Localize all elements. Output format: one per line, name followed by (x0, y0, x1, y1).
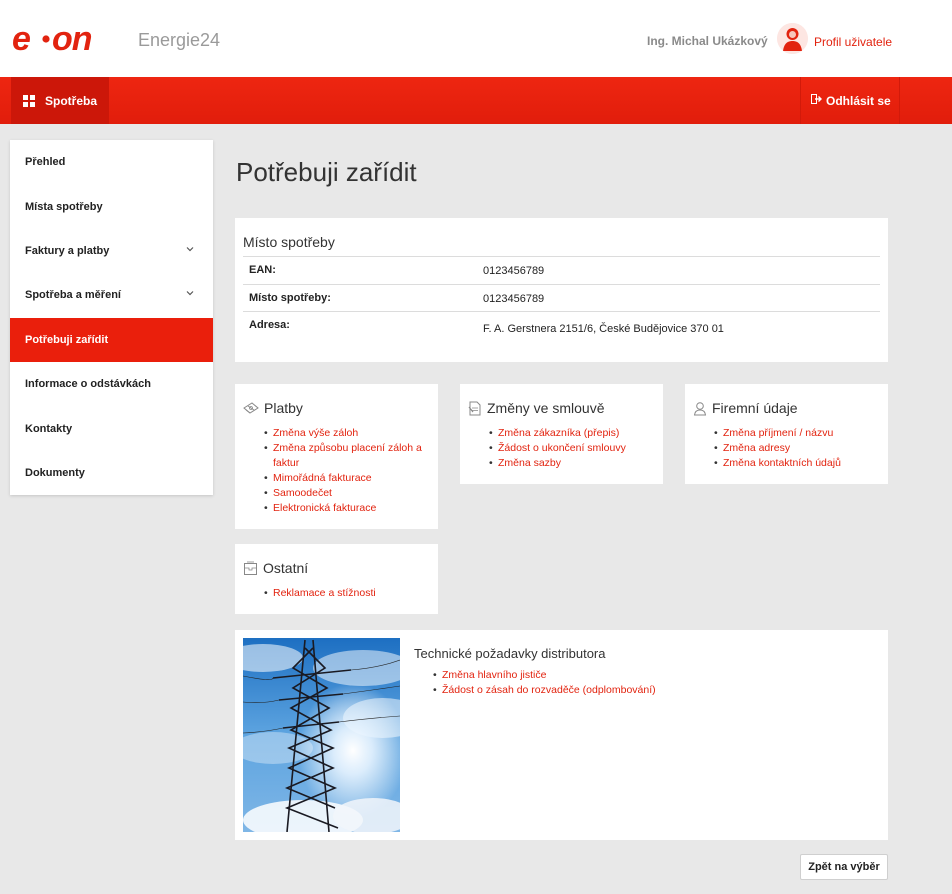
sidebar-item-faktury-a-platby[interactable]: Faktury a platby (10, 229, 213, 273)
sidebar-item-label: Dokumenty (25, 466, 85, 479)
chevron-down-icon (186, 291, 194, 296)
link-zmena-vyse-zaloh[interactable]: Změna výše záloh (264, 426, 434, 441)
sidebar-item-prehled[interactable]: Přehled (10, 140, 213, 184)
place-row-key: Místo spotřeby: (249, 292, 331, 304)
card-zmeny-ve-smlouve: Změny ve smlouvě Změna zákazníka (přepis… (460, 384, 663, 484)
svg-text:e: e (12, 22, 30, 58)
link-samoodecet[interactable]: Samoodečet (264, 486, 434, 501)
power-pylon-image (243, 638, 400, 832)
card-title: Ostatní (243, 560, 308, 576)
card-link-list: Změna zákazníka (přepis) Žádost o ukonče… (489, 426, 659, 471)
link-zmena-hlavniho-jistice[interactable]: Změna hlavního jističe (433, 668, 733, 683)
tech-link-list: Změna hlavního jističe Žádost o zásah do… (433, 668, 733, 698)
user-name: Ing. Michal Ukázkový (647, 34, 768, 48)
card-link-list: Změna výše záloh Změna způsobu placení z… (264, 426, 434, 516)
sidebar-item-label: Spotřeba a měření (25, 289, 121, 302)
link-zmena-kontaktnich-udaju[interactable]: Změna kontaktních údajů (714, 456, 884, 471)
card-title-label: Změny ve smlouvě (487, 400, 605, 416)
card-title: Změny ve smlouvě (468, 400, 604, 416)
link-zmena-adresy[interactable]: Změna adresy (714, 441, 884, 456)
sidebar-item-potrebuji-zaridit[interactable]: Potřebuji zařídit (10, 317, 213, 362)
place-row-ean: EAN: 0123456789 (243, 256, 880, 284)
app-name: Energie24 (138, 30, 221, 50)
link-zadost-o-zasah-do-rozvadece[interactable]: Žádost o zásah do rozvaděče (odplombován… (433, 683, 733, 698)
logout-icon (811, 94, 822, 107)
nav-spotreba-button[interactable]: Spotřeba (11, 77, 109, 124)
link-reklamace-a-stiznosti[interactable]: Reklamace a stížnosti (264, 586, 434, 601)
link-zmena-sazby[interactable]: Změna sazby (489, 456, 659, 471)
place-row-value: 0123456789 (483, 265, 545, 277)
place-row-key: Adresa: (249, 319, 290, 331)
page-title: Potřebuji zařídit (236, 157, 417, 187)
logout-label: Odhlásit se (826, 93, 891, 108)
nav-spotreba-label: Spotřeba (45, 93, 98, 108)
sidebar-item-kontakty[interactable]: Kontakty (10, 406, 213, 450)
card-title-label: Ostatní (263, 560, 309, 576)
sidebar-item-informace-o-odstavkach[interactable]: Informace o odstávkách (10, 362, 213, 406)
sidebar-item-label: Kontakty (25, 422, 73, 435)
svg-text:on: on (52, 22, 92, 58)
card-firemni-udaje: Firemní údaje Změna příjmení / názvu Změ… (685, 384, 888, 484)
link-zmena-zakaznika[interactable]: Změna zákazníka (přepis) (489, 426, 659, 441)
logout-button[interactable]: Odhlásit se (800, 77, 900, 124)
sidebar-item-label: Místa spotřeby (25, 200, 103, 213)
sidebar-item-label: Přehled (25, 156, 66, 169)
place-row-value: F. A. Gerstnera 2151/6, České Budějovice… (483, 323, 724, 335)
card-title-label: Platby (264, 400, 303, 416)
eon-logo[interactable]: e on (12, 22, 122, 58)
link-elektronicka-fakturace[interactable]: Elektronická fakturace (264, 501, 434, 516)
contract-icon (468, 401, 481, 415)
money-icon (243, 402, 259, 414)
card-title-label: Firemní údaje (712, 400, 798, 416)
box-icon (244, 561, 257, 575)
sidebar-item-dokumenty[interactable]: Dokumenty (10, 451, 213, 495)
card-platby: Platby Změna výše záloh Změna způsobu pl… (235, 384, 438, 529)
card-title: Firemní údaje (693, 400, 798, 416)
sidebar: Přehled Místa spotřeby Faktury a platby … (10, 140, 213, 495)
link-zadost-o-ukonceni[interactable]: Žádost o ukončení smlouvy (489, 441, 659, 456)
place-panel-title: Místo spotřeby (243, 234, 335, 250)
link-zmena-zpusobu-placeni[interactable]: Změna způsobu placení záloh a faktur (264, 441, 434, 471)
place-panel: Místo spotřeby EAN: 0123456789 Místo spo… (235, 218, 888, 362)
card-link-list: Reklamace a stížnosti (264, 586, 434, 601)
sidebar-item-label: Informace o odstávkách (25, 378, 151, 391)
card-link-list: Změna příjmení / názvu Změna adresy Změn… (714, 426, 884, 471)
place-row-misto: Místo spotřeby: 0123456789 (243, 284, 880, 311)
sidebar-item-mista-spotreby[interactable]: Místa spotřeby (10, 184, 213, 228)
link-mimoradna-fakturace[interactable]: Mimořádná fakturace (264, 471, 434, 486)
grid-icon (23, 94, 35, 107)
place-row-adresa: Adresa: F. A. Gerstnera 2151/6, České Bu… (243, 311, 880, 351)
main-navbar: Spotřeba Odhlásit se (0, 77, 952, 124)
tech-panel: Technické požadavky distributora Změna h… (235, 630, 888, 840)
profile-link[interactable]: Profil uživatele (814, 35, 892, 49)
place-row-value: 0123456789 (483, 293, 545, 305)
back-to-selection-button[interactable]: Zpět na výběr (800, 854, 888, 880)
place-row-key: EAN: (249, 264, 276, 276)
card-title: Platby (243, 400, 303, 416)
person-icon (693, 401, 707, 415)
card-ostatni: Ostatní Reklamace a stížnosti (235, 544, 438, 614)
sidebar-item-spotreba-a-mereni[interactable]: Spotřeba a měření (10, 273, 213, 317)
tech-panel-title: Technické požadavky distributora (414, 646, 606, 661)
sidebar-item-label: Potřebuji zařídit (25, 333, 109, 346)
link-zmena-prijmeni[interactable]: Změna příjmení / názvu (714, 426, 884, 441)
chevron-down-icon (186, 246, 194, 252)
header: e on Energie24 Ing. Michal Ukázkový Prof… (0, 0, 952, 77)
user-avatar-icon[interactable] (777, 23, 808, 54)
sidebar-item-label: Faktury a platby (25, 244, 110, 257)
